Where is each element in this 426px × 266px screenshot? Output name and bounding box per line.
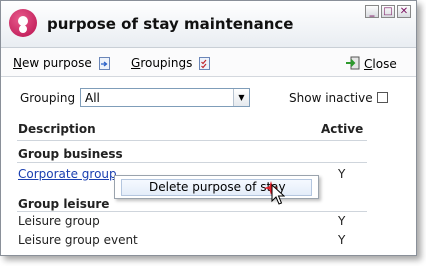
show-inactive-checkbox[interactable] (377, 92, 388, 103)
table-row-description[interactable]: Leisure group (18, 214, 100, 228)
grouping-select-value: All (85, 91, 100, 105)
description-column-header[interactable]: Description (18, 122, 96, 136)
show-inactive-label: Show inactive (289, 91, 373, 105)
chevron-down-icon[interactable]: ▼ (233, 89, 249, 106)
new-purpose-label: ew purpose (21, 56, 92, 70)
minimize-button[interactable]: _ (365, 5, 379, 18)
context-menu: Delete purpose of stay (114, 175, 319, 199)
active-column-header[interactable]: Active (321, 122, 363, 136)
close-label: lose (372, 57, 397, 71)
main-window: purpose of stay maintenance _ □ ✕ New pu… (0, 0, 417, 256)
group-header: Group leisure (18, 197, 110, 211)
table-row-active: Y (338, 214, 346, 228)
groupings-accel: G (131, 56, 141, 70)
table-row-active: Y (338, 233, 346, 247)
grouping-label: Grouping (20, 91, 76, 105)
table-row-description[interactable]: Corporate group (18, 167, 117, 181)
exit-door-icon (345, 56, 361, 73)
mouse-pointer-icon (271, 183, 286, 210)
group-header: Group business (18, 147, 123, 161)
title-bar: purpose of stay maintenance _ □ ✕ (1, 1, 416, 48)
window-title: purpose of stay maintenance (47, 15, 294, 33)
group-divider (17, 162, 367, 163)
document-arrow-icon (98, 57, 110, 70)
toolbar: New purpose Groupings Close (1, 48, 416, 77)
app-logo-icon (9, 9, 37, 37)
table-row-active: Y (338, 167, 346, 181)
new-purpose-accel: N (13, 56, 22, 70)
header-divider (17, 140, 367, 141)
group-divider (17, 211, 367, 212)
close-window-button[interactable]: ✕ (397, 5, 411, 18)
filter-row: Grouping All ▼ Show inactive (1, 87, 416, 109)
grouping-select[interactable]: All ▼ (80, 88, 250, 107)
new-purpose-button[interactable]: New purpose (13, 56, 110, 70)
checklist-icon (199, 57, 211, 70)
table-row-description[interactable]: Leisure group event (18, 233, 138, 247)
groupings-label: roupings (140, 56, 193, 70)
groupings-button[interactable]: Groupings (131, 56, 211, 70)
maximize-button[interactable]: □ (381, 5, 395, 18)
close-button[interactable]: Close (345, 56, 397, 73)
